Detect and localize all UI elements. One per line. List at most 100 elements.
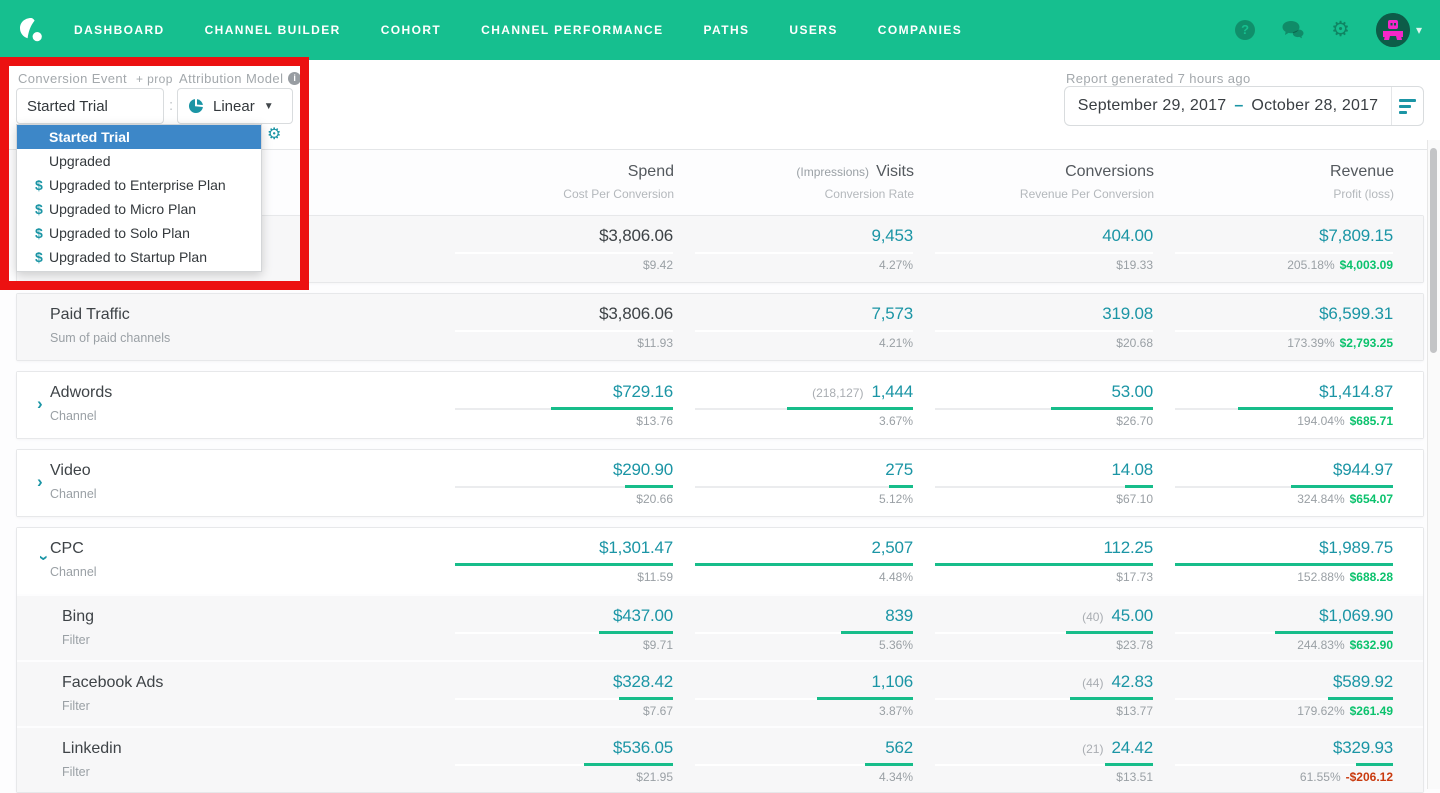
- row-subname: Channel: [50, 565, 97, 579]
- attribution-model-select[interactable]: Linear ▼: [177, 88, 293, 124]
- bar-fill: [1355, 763, 1393, 766]
- gear-icon[interactable]: ⚙: [267, 124, 281, 144]
- spend-number: $729.16: [612, 382, 673, 401]
- conversions-value: (44) 42.83: [913, 672, 1153, 695]
- chevron-right-icon[interactable]: ›: [37, 394, 43, 414]
- nav-item-channel-performance[interactable]: CHANNEL PERFORMANCE: [481, 23, 663, 37]
- profit-value: $688.28: [1349, 570, 1393, 584]
- row-subname: Sum of paid channels: [50, 331, 171, 345]
- nav-item-paths[interactable]: PATHS: [704, 23, 750, 37]
- avatar[interactable]: [1375, 13, 1410, 47]
- spend-cell: $437.00 $9.71: [433, 596, 673, 660]
- nav-item-users[interactable]: USERS: [789, 23, 837, 37]
- chevron-down-icon[interactable]: ›: [34, 555, 54, 561]
- revenue-number: $6,599.31: [1319, 304, 1393, 323]
- conversions-bar: [935, 329, 1153, 332]
- bar-fill: [1327, 697, 1393, 700]
- date-filter-icon[interactable]: [1391, 87, 1423, 125]
- conversions-cell: 319.08 $20.68: [913, 294, 1153, 360]
- dropdown-item-upgraded[interactable]: Upgraded: [17, 149, 261, 173]
- info-icon[interactable]: i: [288, 72, 302, 85]
- table-row-linkedin[interactable]: Linkedin Filter $536.05 $21.95 562 4.34% (21) 2…: [17, 726, 1423, 792]
- revenue-number: $7,809.15: [1319, 226, 1393, 245]
- bar-fill: [1070, 697, 1153, 700]
- dropdown-item-upgraded-to-enterprise-plan[interactable]: $ Upgraded to Enterprise Plan: [17, 173, 261, 197]
- dropdown-item-upgraded-to-solo-plan[interactable]: $ Upgraded to Solo Plan: [17, 221, 261, 245]
- dropdown-item-upgraded-to-micro-plan[interactable]: $ Upgraded to Micro Plan: [17, 197, 261, 221]
- nav-item-channel-builder[interactable]: CHANNEL BUILDER: [205, 23, 341, 37]
- revenue-bar: [1175, 329, 1393, 332]
- chevron-right-icon[interactable]: ›: [37, 472, 43, 492]
- visits-bar: [695, 631, 913, 634]
- conversion-event-input[interactable]: [16, 88, 164, 124]
- spend-subvalue: $11.59: [637, 570, 673, 584]
- conversions-bar: [935, 563, 1153, 566]
- nav-item-dashboard[interactable]: DASHBOARD: [74, 23, 165, 37]
- gear-icon[interactable]: ⚙: [1331, 19, 1350, 40]
- help-icon[interactable]: ?: [1235, 20, 1256, 40]
- bar-fill: [1238, 407, 1393, 410]
- conversions-subvalue: $19.33: [1116, 258, 1153, 272]
- column-header-conversions[interactable]: Conversions Revenue Per Conversion: [914, 163, 1154, 205]
- chat-icon[interactable]: [1281, 20, 1305, 40]
- spend-number: $437.00: [612, 606, 673, 625]
- date-end: October 28, 2017: [1251, 97, 1379, 114]
- date-range-picker[interactable]: September 29, 2017– October 28, 2017: [1064, 86, 1424, 126]
- column-header-spend[interactable]: Spend Cost Per Conversion: [434, 163, 674, 205]
- conversions-number: 53.00: [1111, 382, 1153, 401]
- row-subname: Channel: [50, 409, 97, 423]
- dollar-icon: $: [35, 177, 43, 193]
- spend-value: $290.90: [433, 460, 673, 483]
- scrollbar-thumb[interactable]: [1430, 148, 1437, 353]
- conversions-value: 112.25: [913, 538, 1153, 561]
- spend-cell: $328.42 $7.67: [433, 662, 673, 726]
- conversions-bar: [935, 631, 1153, 634]
- conversions-bar: [935, 763, 1153, 766]
- table-row-cpc[interactable]: › CPC Channel $1,301.47 $11.59 2,507 4.48% 112.…: [17, 528, 1423, 594]
- spend-subvalue: $20.66: [636, 492, 673, 506]
- revenue-cell: $944.97 324.84% $654.07: [1153, 450, 1393, 516]
- visits-cell: 9,453 4.27%: [673, 216, 913, 282]
- add-prop-button[interactable]: + prop: [136, 72, 173, 86]
- revenue-bar: [1175, 763, 1393, 766]
- bar-track: [935, 252, 1153, 254]
- conversions-number: 319.08: [1102, 304, 1153, 323]
- conversions-number: 45.00: [1111, 606, 1153, 625]
- conversions-cell: 404.00 $19.33: [913, 216, 1153, 282]
- row-name-col: Facebook Ads Filter: [17, 662, 433, 726]
- table-row-adwords[interactable]: › Adwords Channel $729.16 $13.76 (218,127) 1,4…: [17, 372, 1423, 438]
- column-label: Revenue: [1154, 163, 1394, 181]
- nav-item-companies[interactable]: COMPANIES: [878, 23, 962, 37]
- conversions-cell: 112.25 $17.73: [913, 528, 1153, 594]
- spend-cell: $1,301.47 $11.59: [433, 528, 673, 594]
- visits-subvalue: 3.87%: [878, 704, 913, 718]
- scrollbar-track[interactable]: [1427, 140, 1440, 789]
- visits-value: (218,127) 1,444: [673, 382, 913, 405]
- roi-percent: 194.04%: [1297, 414, 1345, 428]
- revenue-number: $1,414.87: [1319, 382, 1393, 401]
- visits-bar: [695, 407, 913, 410]
- dropdown-item-upgraded-to-startup-plan[interactable]: $ Upgraded to Startup Plan: [17, 245, 261, 269]
- column-header-visits[interactable]: (Impressions) Visits Conversion Rate: [674, 163, 914, 205]
- spend-subvalue: $9.71: [642, 638, 673, 652]
- table-row-video[interactable]: › Video Channel $290.90 $20.66 275 5.12% 14.08 $…: [17, 450, 1423, 516]
- column-header-revenue[interactable]: Revenue Profit (loss): [1154, 163, 1394, 205]
- spend-subvalue: $9.42: [642, 258, 673, 272]
- roi-percent: 244.83%: [1297, 638, 1345, 652]
- spend-value: $328.42: [433, 672, 673, 695]
- account-menu[interactable]: ▾: [1375, 13, 1422, 47]
- chevron-down-icon: ▾: [1415, 23, 1422, 37]
- revenue-subvalue: 205.18% $4,003.09: [1153, 258, 1393, 272]
- row-name-col: › Adwords Channel: [17, 372, 433, 438]
- table-row-facebook-ads[interactable]: Facebook Ads Filter $328.42 $7.67 1,106 3.87%…: [17, 660, 1423, 726]
- spend-subvalue: $11.93: [637, 336, 673, 350]
- attribution-logo[interactable]: [18, 16, 46, 44]
- nav-item-cohort[interactable]: COHORT: [381, 23, 441, 37]
- dropdown-item-started-trial[interactable]: Started Trial: [17, 125, 261, 149]
- table-row-bing[interactable]: Bing Filter $437.00 $9.71 839 5.36% (40) 45.00 $…: [17, 594, 1423, 660]
- revenue-subvalue: 244.83% $632.90: [1153, 638, 1393, 652]
- visits-subvalue: 4.48%: [878, 570, 913, 584]
- spend-subvalue: $13.76: [636, 414, 673, 428]
- revenue-number: $1,989.75: [1319, 538, 1393, 557]
- revenue-subvalue: 173.39% $2,793.25: [1153, 336, 1393, 350]
